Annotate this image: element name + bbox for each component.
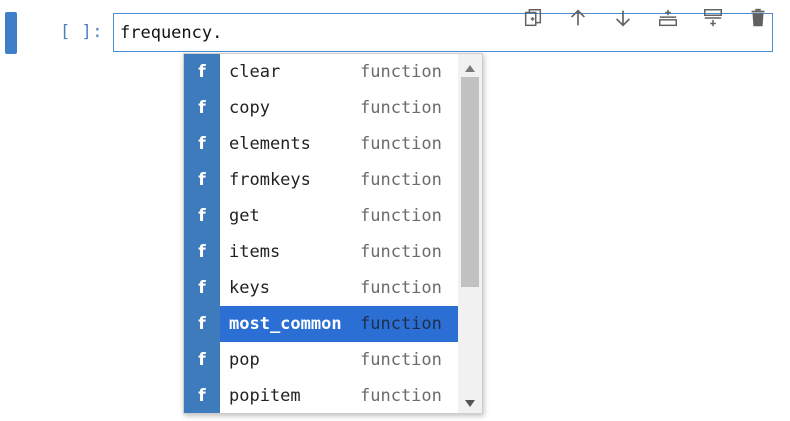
triangle-down-icon	[465, 392, 475, 411]
cell-active-indicator	[5, 12, 17, 54]
completer-item[interactable]: f get function	[184, 198, 458, 234]
completer-item-type: function	[360, 206, 442, 226]
completer-item-label: items	[229, 242, 281, 262]
completer-item-label: most_common	[229, 314, 342, 334]
completer-item[interactable]: f elements function	[184, 126, 458, 162]
completer-item-label: pop	[229, 350, 260, 370]
function-icon: f	[184, 342, 220, 378]
function-icon: f	[184, 270, 220, 306]
completer-item[interactable]: f items function	[184, 234, 458, 270]
triangle-up-icon	[465, 57, 475, 76]
completer-item-type: function	[360, 170, 442, 190]
arrow-up-icon	[567, 7, 589, 33]
delete-cell-button[interactable]	[735, 6, 780, 34]
completer-item-label: elements	[229, 134, 311, 154]
insert-below-icon	[702, 7, 724, 33]
function-icon: f	[184, 234, 220, 270]
copy-icon	[522, 7, 544, 33]
insert-above-button[interactable]	[645, 6, 690, 34]
completer-item-label: fromkeys	[229, 170, 311, 190]
completer-item-label: keys	[229, 278, 270, 298]
cell-prompt: [ ]:	[60, 22, 103, 42]
function-icon: f	[184, 198, 220, 234]
completer-item-type: function	[360, 242, 442, 262]
completer-item-type: function	[360, 134, 442, 154]
move-down-button[interactable]	[600, 6, 645, 34]
function-icon: f	[184, 90, 220, 126]
function-icon: f	[184, 126, 220, 162]
completer-item-type: function	[360, 350, 442, 370]
completer-item-type: function	[360, 62, 442, 82]
function-icon: f	[184, 306, 220, 342]
duplicate-cell-button[interactable]	[510, 6, 555, 34]
scroll-down-button[interactable]	[458, 391, 482, 411]
completer-list: f clear function f copy function f elements func…	[184, 54, 458, 413]
completer-item[interactable]: f most_common function	[184, 306, 458, 342]
editor-text: frequency.	[120, 23, 223, 43]
completer-item-label: popitem	[229, 386, 301, 406]
insert-below-button[interactable]	[690, 6, 735, 34]
completer-item[interactable]: f popitem function	[184, 378, 458, 413]
completer-item-label: clear	[229, 62, 281, 82]
scroll-up-button[interactable]	[458, 56, 482, 76]
completer-item-label: copy	[229, 98, 270, 118]
scrollbar-thumb[interactable]	[461, 77, 479, 287]
completer-item[interactable]: f keys function	[184, 270, 458, 306]
completer-item-type: function	[360, 386, 442, 406]
function-icon: f	[184, 54, 220, 90]
completer-item-label: get	[229, 206, 260, 226]
arrow-down-icon	[612, 7, 634, 33]
completer-item[interactable]: f fromkeys function	[184, 162, 458, 198]
completer-item-type: function	[360, 278, 442, 298]
cell-toolbar	[510, 6, 780, 34]
completer-scrollbar[interactable]	[458, 54, 482, 413]
completer-item-type: function	[360, 98, 442, 118]
completer-item[interactable]: f pop function	[184, 342, 458, 378]
completer-item-type: function	[360, 314, 442, 334]
insert-above-icon	[657, 7, 679, 33]
completer-popup: f clear function f copy function f elements func…	[183, 53, 483, 414]
trash-icon	[747, 7, 769, 33]
completer-item[interactable]: f clear function	[184, 54, 458, 90]
move-up-button[interactable]	[555, 6, 600, 34]
completer-item[interactable]: f copy function	[184, 90, 458, 126]
function-icon: f	[184, 162, 220, 198]
function-icon: f	[184, 378, 220, 413]
